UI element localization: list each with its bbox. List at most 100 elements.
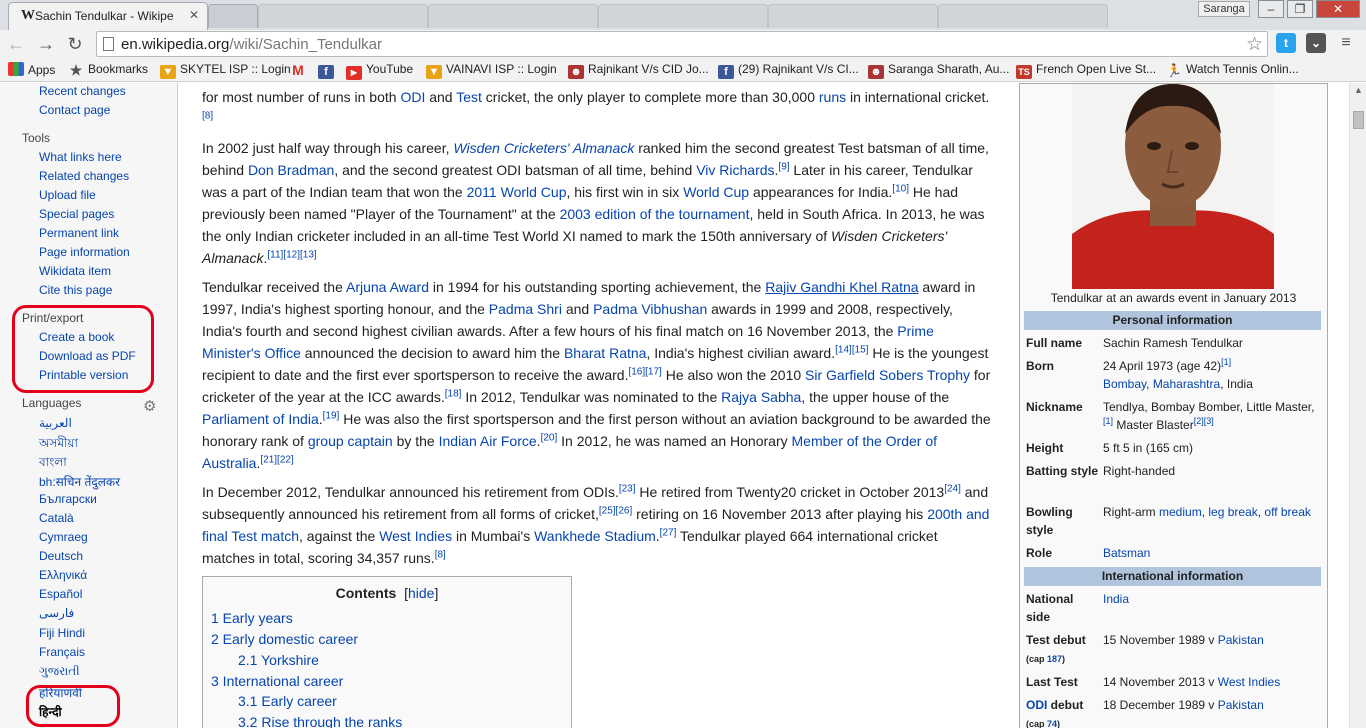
citation[interactable]: [21] <box>260 454 277 465</box>
gear-icon[interactable]: ⚙ <box>143 397 156 415</box>
citation[interactable]: [15] <box>852 344 869 355</box>
address-bar[interactable]: en.wikipedia.org/wiki/Sachin_Tendulkar ☆ <box>96 31 1268 57</box>
citation[interactable]: [16] <box>628 366 645 377</box>
link[interactable]: World Cup <box>683 184 749 200</box>
link[interactable]: Rajiv Gandhi Khel Ratna <box>765 279 918 295</box>
bookmark-rajnikant-2[interactable]: f (29) Rajnikant V/s CI... <box>718 62 859 79</box>
sidebar-tool-link[interactable]: Special pages <box>39 207 114 221</box>
sidebar-tool-link[interactable]: Permanent link <box>39 226 119 240</box>
citation[interactable]: [14] <box>835 344 852 355</box>
forward-arrow-icon[interactable]: → <box>34 32 58 56</box>
link[interactable]: Bombay <box>1103 377 1146 391</box>
infobox-value-link[interactable]: Batsman <box>1103 544 1323 562</box>
sidebar-tool-link[interactable]: Wikidata item <box>39 264 111 278</box>
language-link[interactable]: Español <box>39 587 82 601</box>
minimize-icon[interactable]: – <box>1258 0 1284 18</box>
link[interactable]: ODI <box>1026 698 1047 712</box>
sidebar-tool-link[interactable]: What links here <box>39 150 122 164</box>
toc-item[interactable]: 3.2 Rise through the ranks <box>238 714 402 728</box>
link[interactable]: Wankhede Stadium <box>534 528 656 544</box>
language-link[interactable]: Deutsch <box>39 549 83 563</box>
citation[interactable]: [18] <box>445 388 462 399</box>
toc-item[interactable]: 2 Early domestic career <box>211 631 358 647</box>
citation[interactable]: [19] <box>323 410 340 421</box>
bookmark-skytel[interactable]: ▼ SKYTEL ISP :: Login <box>160 62 291 79</box>
link[interactable]: group captain <box>308 433 393 449</box>
background-tab[interactable] <box>258 4 428 28</box>
language-link[interactable]: العربية <box>39 416 72 430</box>
citation[interactable]: [25] <box>599 505 616 516</box>
citation[interactable]: [8] <box>202 110 213 121</box>
bookmark-youtube[interactable]: ▶ YouTube <box>346 62 413 80</box>
language-link[interactable]: فارسی <box>39 606 74 620</box>
citation[interactable]: [9] <box>778 161 789 172</box>
language-link[interactable]: বাংলা <box>39 454 67 474</box>
link[interactable]: Test <box>456 89 482 105</box>
bookmark-star-icon[interactable]: ☆ <box>1246 33 1263 56</box>
maximize-icon[interactable]: ❐ <box>1287 0 1313 18</box>
reload-icon[interactable]: ↻ <box>63 32 87 56</box>
link[interactable]: Pakistan <box>1218 633 1264 647</box>
toc-item[interactable]: 3.1 Early career <box>238 693 337 709</box>
link[interactable]: Wisden Cricketers' Almanack <box>453 140 634 156</box>
sidebar-tool-link[interactable]: Upload file <box>39 188 96 202</box>
citation[interactable]: [27] <box>660 527 677 538</box>
link[interactable]: 2011 World Cup <box>467 184 567 200</box>
bookmark-french-open[interactable]: TS French Open Live St... <box>1016 62 1156 79</box>
citation[interactable]: [24] <box>944 483 961 494</box>
link[interactable]: 74 <box>1047 719 1057 728</box>
language-link[interactable]: Ελληνικά <box>39 568 87 582</box>
citation[interactable]: [10] <box>892 183 909 194</box>
toc-hide-link[interactable]: hide <box>408 585 434 601</box>
citation[interactable]: [23] <box>619 483 636 494</box>
pocket-extension-icon[interactable]: ⌄ <box>1306 33 1326 53</box>
infobox-value-link[interactable]: India <box>1103 590 1323 608</box>
citation[interactable]: [17] <box>645 366 662 377</box>
citation[interactable]: [2][3] <box>1194 416 1214 426</box>
background-tab[interactable] <box>598 4 768 28</box>
citation[interactable]: [20] <box>541 432 558 443</box>
link[interactable]: Parliament of India <box>202 411 319 427</box>
language-link[interactable]: ગુજરાતી <box>39 664 80 679</box>
bookmark-saranga[interactable]: ☻ Saranga Sharath, Au... <box>868 62 1009 79</box>
link[interactable]: Sir Garfield Sobers Trophy <box>805 367 970 383</box>
background-tab[interactable] <box>938 4 1108 28</box>
new-tab-button[interactable] <box>208 4 258 28</box>
link[interactable]: 2003 edition of the tournament <box>560 206 750 222</box>
link[interactable]: Bharat Ratna <box>564 345 647 361</box>
link[interactable]: ODI <box>400 89 425 105</box>
background-tab[interactable] <box>768 4 938 28</box>
toc-item[interactable]: 3 International career <box>211 673 343 689</box>
scroll-up-icon[interactable]: ▲ <box>1354 85 1363 95</box>
toc-item[interactable]: 2.1 Yorkshire <box>238 652 319 668</box>
language-link[interactable]: Български <box>39 492 97 506</box>
bookmark-facebook[interactable]: f <box>318 62 338 79</box>
language-link[interactable]: Cymraeg <box>39 530 88 544</box>
link[interactable]: West Indies <box>379 528 452 544</box>
link[interactable]: Indian Air Force <box>439 433 537 449</box>
link[interactable]: West Indies <box>1218 675 1280 689</box>
toc-item[interactable]: 1 Early years <box>211 610 293 626</box>
link[interactable]: Viv Richards <box>696 162 774 178</box>
link[interactable]: 187 <box>1047 654 1062 664</box>
sidebar-link-contact-page[interactable]: Contact page <box>39 103 110 117</box>
link[interactable]: off break <box>1264 505 1310 519</box>
link[interactable]: Padma Shri <box>489 301 562 317</box>
link[interactable]: Don Bradman <box>248 162 334 178</box>
bookmark-rajnikant-1[interactable]: ☻ Rajnikant V/s CID Jo... <box>568 62 709 79</box>
back-arrow-icon[interactable]: ← <box>4 32 28 56</box>
language-link[interactable]: bh:सचिन तेंदुलकर <box>39 473 120 490</box>
twitter-extension-icon[interactable]: t <box>1276 33 1296 53</box>
link[interactable]: Padma Vibhushan <box>593 301 707 317</box>
citation[interactable]: [22] <box>277 454 294 465</box>
citation[interactable]: [13] <box>300 249 317 260</box>
portrait-photo[interactable] <box>1072 84 1274 289</box>
sidebar-tool-link[interactable]: Cite this page <box>39 283 112 297</box>
bookmark-folder[interactable]: ★ Bookmarks <box>68 62 148 77</box>
close-tab-icon[interactable]: ✕ <box>189 8 199 22</box>
menu-icon[interactable]: ≡ <box>1336 33 1356 53</box>
link[interactable]: Arjuna Award <box>346 279 429 295</box>
bookmark-tennis[interactable]: 🏃 Watch Tennis Onlin... <box>1166 62 1299 78</box>
link[interactable]: Rajya Sabha <box>721 389 801 405</box>
citation[interactable]: [1] <box>1103 416 1113 426</box>
